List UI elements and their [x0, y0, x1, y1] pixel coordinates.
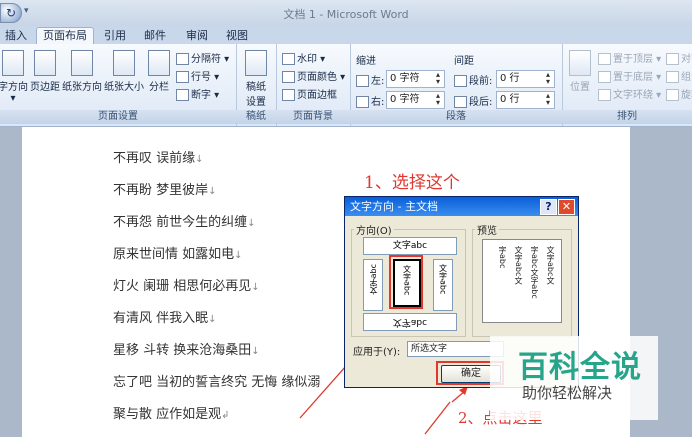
- orientation-label: 方向(O): [354, 222, 394, 237]
- dialog-title-bar: 文字方向 - 主文档 ? ✕: [345, 197, 578, 216]
- orientation-rotated-right-option[interactable]: 文字abc: [433, 259, 453, 311]
- preview-col: 文字abc文: [514, 246, 523, 285]
- preview-col: 字abc: [498, 246, 507, 269]
- preview-col: 文字abc文: [546, 246, 555, 285]
- apply-to-label: 应用于(Y):: [353, 347, 401, 358]
- preview-col: 字abc文字abc: [530, 246, 539, 299]
- preview-box: 文字abc文 字abc文字abc 文字abc文 字abc: [482, 239, 562, 323]
- help-button[interactable]: ?: [540, 199, 557, 215]
- arrow-line-2b: [451, 390, 466, 403]
- watermark-sub-text: 助你轻松解决: [522, 384, 613, 402]
- watermark-main-text: 百科全说: [518, 350, 642, 385]
- orientation-flipped-option[interactable]: 文字abc: [363, 313, 457, 331]
- close-button[interactable]: ✕: [558, 199, 575, 215]
- watermark-logo: 百科全说 助你轻松解决: [490, 336, 658, 420]
- orientation-horizontal-option[interactable]: 文字abc: [363, 237, 457, 255]
- selection-highlight: [389, 255, 423, 309]
- arrow-line-2: [424, 401, 451, 435]
- dialog-title: 文字方向 - 主文档: [350, 200, 438, 213]
- orientation-rotated-left-option[interactable]: 文字abc: [363, 259, 383, 311]
- preview-label: 预览: [475, 222, 499, 237]
